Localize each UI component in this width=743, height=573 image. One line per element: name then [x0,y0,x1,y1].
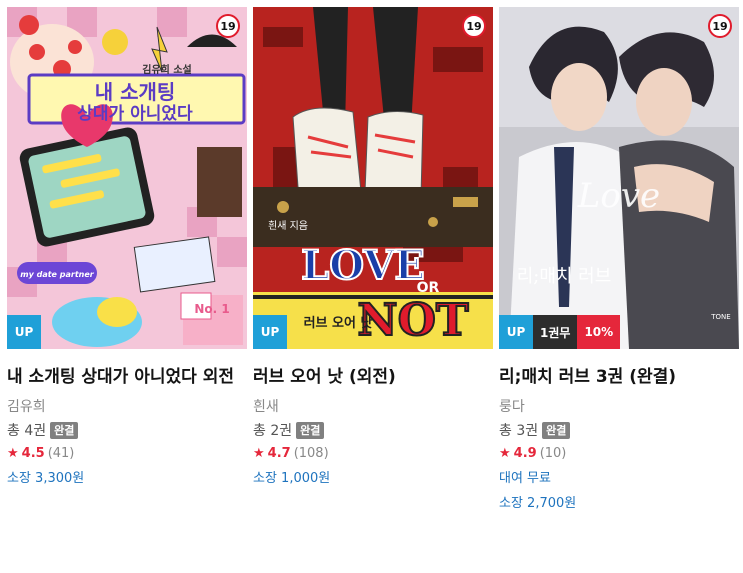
cover-title-or: OR [417,280,440,296]
age-19-badge: 19 [462,14,486,38]
book-title[interactable]: 리;매치 러브 3권 (완결) [499,365,739,390]
book-cover[interactable]: LOVE OR NOT 흰새 지음 러브 오어 낫 19 UP [253,7,493,349]
cover-badges: UP 1권무 10% [499,315,621,349]
cover-no: No. 1 [194,302,229,316]
book-card[interactable]: Love 리;매치 러브 TONE 19 UP 1권무 10% 리;매치 러브 … [499,7,739,511]
discount-badge: 10% [577,315,621,349]
up-badge: UP [7,315,41,349]
book-cover[interactable]: Love 리;매치 러브 TONE 19 UP 1권무 10% [499,7,739,349]
rating-score: 4.7 [267,446,291,461]
star-icon: ★ [7,446,19,461]
book-title[interactable]: 내 소개팅 상대가 아니었다 외전 [7,365,247,390]
first-volume-free-badge: 1권무 [533,315,578,349]
rating-count: (41) [47,446,75,461]
purchase-price[interactable]: 소장 1,000원 [253,467,493,486]
volume-count: 총 3권 [499,423,539,439]
star-icon: ★ [253,446,265,461]
cover-author-text: 김유희 소설 [142,63,191,76]
purchase-price[interactable]: 소장 3,300원 [7,467,247,486]
book-author[interactable]: 흰새 [253,396,493,416]
completed-tag: 완결 [296,421,325,439]
up-badge: UP [253,315,287,349]
cover-art: LOVE OR NOT 흰새 지음 러브 오어 낫 [253,7,493,349]
book-card[interactable]: LOVE OR NOT 흰새 지음 러브 오어 낫 19 UP 러브 오어 낫 … [253,7,493,486]
rating-count: (108) [293,446,329,461]
completed-tag: 완결 [50,421,79,439]
purchase-price[interactable]: 소장 2,700원 [499,492,739,511]
up-badge: UP [499,315,533,349]
book-cover[interactable]: 내 소개팅 상대가 아니었다 김유희 소설 my date partner No… [7,7,247,349]
cover-title-love: LOVE [301,242,425,289]
rating-score: 4.5 [21,446,45,461]
cover-title-not: NOT [357,295,469,346]
volume-info: 총 2권 완결 [253,420,493,440]
rating-count: (10) [539,446,567,461]
book-card[interactable]: 내 소개팅 상대가 아니었다 김유희 소설 my date partner No… [7,7,247,486]
age-19-badge: 19 [216,14,240,38]
cover-art: Love 리;매치 러브 TONE [499,7,739,349]
volume-count: 총 4권 [7,423,47,439]
book-author[interactable]: 룽다 [499,396,739,416]
cover-title-line1: 내 소개팅 [95,80,176,104]
cover-author-text: 흰새 지음 [268,220,308,232]
volume-count: 총 2권 [253,423,293,439]
rating: ★ 4.9 (10) [499,446,739,461]
cover-subtitle: 러브 오어 낫 [304,315,373,331]
rating: ★ 4.5 (41) [7,446,247,461]
completed-tag: 완결 [542,421,571,439]
cover-publisher: TONE [710,313,730,321]
cover-art: 내 소개팅 상대가 아니었다 김유희 소설 my date partner No… [7,7,247,349]
cover-extra-text: my date partner [20,270,95,279]
book-title[interactable]: 러브 오어 낫 (외전) [253,365,493,390]
rating: ★ 4.7 (108) [253,446,493,461]
book-grid: 내 소개팅 상대가 아니었다 김유희 소설 my date partner No… [0,0,743,573]
cover-badges: UP [253,315,287,349]
rent-price[interactable]: 대여 무료 [499,467,739,486]
cover-script: Love [577,176,660,216]
volume-info: 총 3권 완결 [499,420,739,440]
cover-title: 리;매치 러브 [517,266,612,287]
star-icon: ★ [499,446,511,461]
volume-info: 총 4권 완결 [7,420,247,440]
age-19-badge: 19 [708,14,732,38]
rating-score: 4.9 [513,446,537,461]
cover-badges: UP [7,315,41,349]
cover-title-line2: 상대가 아니었다 [77,103,193,124]
book-author[interactable]: 김유희 [7,396,247,416]
